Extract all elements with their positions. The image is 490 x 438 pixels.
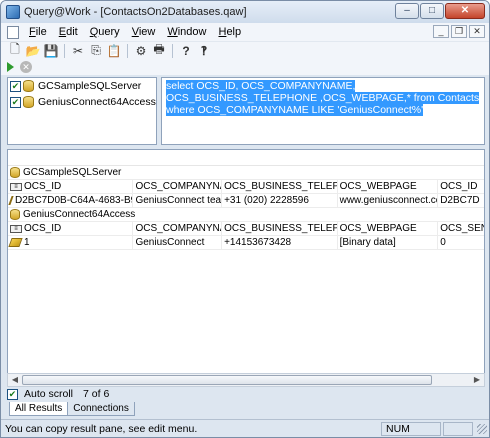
menu-window[interactable]: Window — [161, 26, 212, 38]
data-cell[interactable]: D2BC7D0B-C64A-4683-B9... — [8, 194, 134, 207]
autoscroll-label: Auto scroll — [24, 388, 74, 400]
maximize-button[interactable]: □ — [420, 3, 444, 19]
cut-icon[interactable]: ✂ — [70, 43, 86, 59]
edit-row-icon — [8, 238, 23, 247]
header-cell[interactable]: OCS_COMPANYNAME — [133, 222, 223, 235]
table-header-row: ≡OCS_ID OCS_COMPANYNAME OCS_BUSINESS_TEL… — [8, 222, 484, 236]
header-cell[interactable]: OCS_BUSINESS_TELEPHONE — [222, 222, 338, 235]
menu-view[interactable]: View — [126, 26, 162, 38]
edit-row-icon — [8, 196, 14, 205]
header-cell[interactable]: OCS_COMPANYNAME — [133, 180, 223, 193]
data-cell[interactable]: 0 — [438, 236, 484, 249]
copy-icon[interactable]: ⎘ — [88, 43, 104, 59]
menu-query[interactable]: Query — [84, 26, 126, 38]
connections-tree: ✔ GCSampleSQLServer ✔ GeniusConnect64Acc… — [7, 77, 157, 145]
stop-query-icon[interactable]: ✕ — [20, 61, 32, 73]
header-cell[interactable]: OCS_BUSINESS_TELEPHONE — [222, 180, 338, 193]
scroll-track[interactable] — [22, 375, 470, 385]
query-toolbar: ✕ — [1, 59, 489, 75]
close-button[interactable]: ✕ — [445, 3, 485, 19]
minimize-button[interactable]: – — [395, 3, 419, 19]
grid-spacer — [8, 150, 484, 166]
result-group-title: GCSampleSQLServer — [8, 166, 484, 180]
connection-name: GeniusConnect64Access — [38, 96, 156, 108]
connection-checkbox[interactable]: ✔ — [10, 80, 21, 92]
menu-edit[interactable]: Edit — [53, 26, 84, 38]
table-row[interactable]: D2BC7D0B-C64A-4683-B9... GeniusConnect t… — [8, 194, 484, 208]
database-icon — [23, 80, 34, 92]
results-tabs: All Results Connections — [9, 402, 135, 416]
mdi-controls: _ ❐ ✕ — [433, 25, 485, 38]
database-icon — [10, 167, 20, 178]
status-message: You can copy result pane, see edit menu. — [5, 422, 198, 435]
options-icon[interactable]: ⚙ — [133, 43, 149, 59]
window-title: Query@Work - [ContactsOn2Databases.qaw] — [24, 6, 247, 18]
sql-query-text[interactable]: select OCS_ID, OCS_COMPANYNAME, OCS_BUSI… — [166, 80, 480, 116]
data-cell[interactable]: +31 (020) 2228596 — [222, 194, 338, 207]
app-icon — [6, 5, 20, 19]
table-row[interactable]: 1 GeniusConnect +14153673428 [Binary dat… — [8, 236, 484, 250]
paste-icon[interactable]: 📋 — [106, 43, 122, 59]
scroll-thumb[interactable] — [22, 375, 432, 385]
menu-file[interactable]: File — [23, 26, 53, 38]
autoscroll-bar: ✔ Auto scroll 7 of 6 — [7, 387, 109, 401]
context-help-icon[interactable]: ‽ — [196, 43, 212, 59]
data-cell[interactable]: www.geniusconnect.com — [338, 194, 439, 207]
table-header-row: ≡OCS_ID OCS_COMPANYNAME OCS_BUSINESS_TEL… — [8, 180, 484, 194]
print-icon[interactable]: 🖶 — [151, 42, 167, 59]
sql-editor[interactable]: select OCS_ID, OCS_COMPANYNAME, OCS_BUSI… — [161, 77, 485, 145]
title-bar[interactable]: Query@Work - [ContactsOn2Databases.qaw] … — [1, 1, 489, 23]
header-cell[interactable]: OCS_WEBPAGE — [338, 222, 439, 235]
data-cell[interactable]: 1 — [8, 236, 134, 249]
app-window: Query@Work - [ContactsOn2Databases.qaw] … — [0, 0, 490, 438]
data-cell[interactable]: GeniusConnect team — [133, 194, 223, 207]
horizontal-scrollbar[interactable]: ◀ ▶ — [7, 373, 485, 387]
run-query-icon[interactable] — [7, 62, 14, 72]
header-cell[interactable]: OCS_ID — [438, 180, 484, 193]
mdi-restore-button[interactable]: ❐ — [451, 25, 467, 38]
data-cell[interactable]: +14153673428 — [222, 236, 338, 249]
toolbar-separator — [127, 43, 128, 58]
help-icon[interactable]: ? — [178, 43, 194, 59]
result-counter: 7 of 6 — [83, 388, 110, 400]
header-cell[interactable]: ≡ OCS_ID — [8, 222, 134, 235]
connection-item[interactable]: ✔ GeniusConnect64Access — [8, 94, 156, 110]
menu-bar: File Edit Query View Window Help _ ❐ ✕ — [1, 23, 489, 41]
toolbar-separator — [64, 43, 65, 58]
database-icon — [23, 96, 34, 108]
header-cell[interactable]: OCS_WEBPAGE — [338, 180, 439, 193]
toolbar-separator — [172, 43, 173, 58]
connection-checkbox[interactable]: ✔ — [10, 96, 21, 108]
data-cell[interactable]: GeniusConnect — [133, 236, 223, 249]
new-icon[interactable]: 🗋 — [7, 42, 23, 59]
scroll-left-icon[interactable]: ◀ — [8, 374, 22, 386]
document-icon[interactable] — [7, 25, 19, 39]
connection-item[interactable]: ✔ GCSampleSQLServer — [8, 78, 156, 94]
window-controls: – □ ✕ — [395, 3, 485, 19]
menu-help[interactable]: Help — [212, 26, 247, 38]
scroll-right-icon[interactable]: ▶ — [470, 374, 484, 386]
header-cell[interactable]: OCS_SENS — [438, 222, 484, 235]
tab-all-results[interactable]: All Results — [9, 402, 69, 416]
data-cell[interactable]: D2BC7D — [438, 194, 484, 207]
open-icon[interactable]: 📂 — [25, 43, 41, 59]
num-lock-indicator: NUM — [381, 421, 441, 436]
results-grid[interactable]: GCSampleSQLServer ≡OCS_ID OCS_COMPANYNAM… — [7, 149, 485, 385]
key-icon: ≡ — [10, 224, 22, 233]
connection-name: GCSampleSQLServer — [38, 80, 142, 92]
autoscroll-checkbox[interactable]: ✔ — [7, 388, 18, 400]
database-icon — [10, 209, 20, 220]
result-group-title: GeniusConnect64Access — [8, 208, 484, 222]
resize-grip-icon[interactable] — [477, 423, 487, 434]
main-toolbar: 🗋 📂 💾 ✂ ⎘ 📋 ⚙ 🖶 ? ‽ — [1, 41, 489, 59]
key-icon: ≡ — [10, 182, 22, 191]
tab-connections[interactable]: Connections — [67, 402, 135, 416]
status-bar: You can copy result pane, see edit menu.… — [1, 419, 489, 437]
save-icon[interactable]: 💾 — [43, 43, 59, 59]
data-cell[interactable]: [Binary data] — [338, 236, 439, 249]
status-panel — [443, 421, 473, 436]
header-cell[interactable]: ≡ OCS_ID — [8, 180, 134, 193]
mdi-close-button[interactable]: ✕ — [469, 25, 485, 38]
mdi-minimize-button[interactable]: _ — [433, 25, 449, 38]
